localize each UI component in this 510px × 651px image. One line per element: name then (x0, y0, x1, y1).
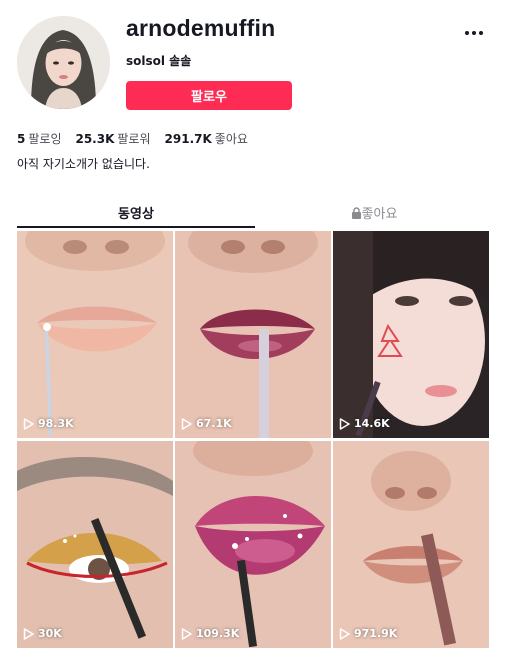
stat-value: 5 (17, 132, 26, 146)
username: arnodemuffin (126, 15, 276, 41)
lock-icon (351, 207, 361, 219)
tab-liked-label: 좋아요 (361, 207, 398, 222)
view-count-text: 14.6K (354, 417, 390, 430)
tab-videos-label: 동영상 (118, 207, 154, 222)
view-count-text: 109.3K (196, 627, 240, 640)
tab-videos[interactable]: 동영상 (17, 196, 255, 228)
active-tab-indicator (17, 226, 255, 228)
play-icon (181, 627, 192, 640)
video-cover-image (17, 441, 173, 648)
view-count-text: 30K (38, 627, 62, 640)
video-cover-image (175, 231, 331, 438)
video-thumbnail[interactable]: 109.3K (175, 441, 331, 648)
following-count[interactable]: 5 팔로잉 (17, 130, 61, 147)
view-count-text: 67.1K (196, 417, 232, 430)
play-icon (181, 417, 192, 430)
video-cover-image (333, 441, 489, 648)
view-count: 109.3K (181, 627, 239, 640)
stat-value: 25.3K (75, 132, 115, 146)
profile-tabs: 동영상 좋아요 (17, 196, 493, 228)
stat-label: 좋아요 (214, 132, 248, 146)
video-thumbnail[interactable]: 67.1K (175, 231, 331, 438)
profile-stats: 5 팔로잉 25.3K 팔로워 291.7K 좋아요 (17, 130, 248, 147)
play-icon (339, 627, 350, 640)
view-count: 67.1K (181, 417, 232, 430)
bio: 아직 자기소개가 없습니다. (17, 157, 150, 171)
video-thumbnail[interactable]: 971.9K (333, 441, 489, 648)
likes-count: 291.7K 좋아요 (165, 130, 248, 147)
video-cover-image (175, 441, 331, 648)
video-thumbnail[interactable]: 30K (17, 441, 173, 648)
follow-button[interactable]: 팔로우 (126, 81, 292, 110)
view-count: 14.6K (339, 417, 390, 430)
more-horizontal-icon (465, 31, 483, 35)
view-count: 98.3K (23, 417, 74, 430)
view-count: 971.9K (339, 627, 397, 640)
video-cover-image (17, 231, 173, 438)
play-icon (23, 627, 34, 640)
followers-count[interactable]: 25.3K 팔로워 (75, 130, 150, 147)
stat-label: 팔로워 (117, 132, 151, 146)
play-icon (23, 417, 34, 430)
video-cover-image (333, 231, 489, 438)
view-count-text: 98.3K (38, 417, 74, 430)
view-count-text: 971.9K (354, 627, 398, 640)
avatar[interactable] (17, 16, 110, 109)
nickname: solsol 솔솔 (126, 54, 192, 68)
video-thumbnail[interactable]: 14.6K (333, 231, 489, 438)
more-options-button[interactable] (460, 20, 490, 44)
stat-value: 291.7K (164, 132, 212, 146)
profile-header: arnodemuffin solsol 솔솔 팔로우 (0, 0, 510, 120)
tab-liked-content: 좋아요 (351, 203, 398, 222)
stat-label: 팔로잉 (28, 132, 62, 146)
play-icon (339, 417, 350, 430)
tab-liked[interactable]: 좋아요 (255, 196, 493, 228)
video-thumbnail[interactable]: 98.3K (17, 231, 173, 438)
view-count: 30K (23, 627, 62, 640)
